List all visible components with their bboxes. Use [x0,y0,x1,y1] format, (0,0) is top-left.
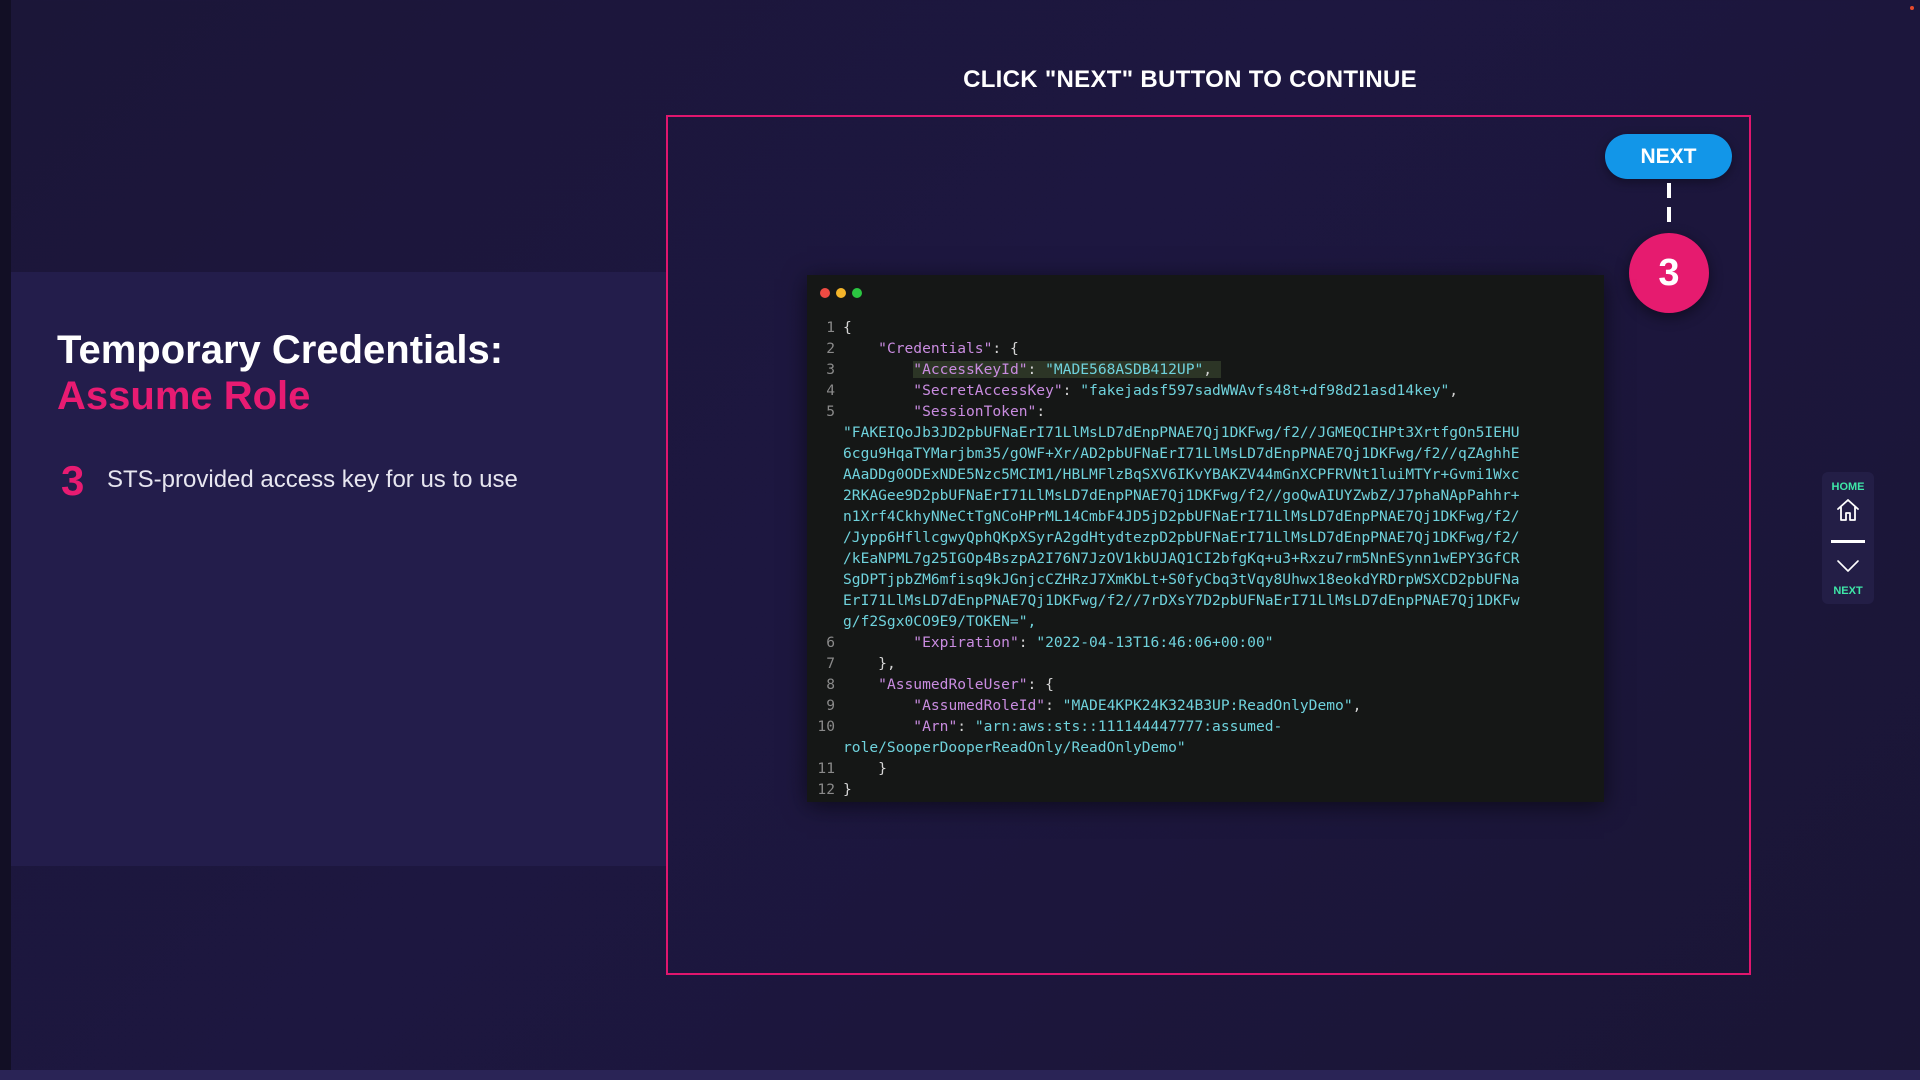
bottom-edge-strip [0,1070,1920,1080]
line-number: 11 [817,760,835,777]
code-punct: }, [878,655,896,672]
code-punct: { [843,319,852,336]
line-number: 8 [826,676,835,693]
line-number: 1 [826,319,835,336]
session-token-line: "FAKEIQoJb3JD2pbUFNaErI71LlMsLD7dEnpPNAE… [843,424,1520,441]
nav-divider [1831,540,1865,543]
connector-dash [1667,183,1671,198]
code-line: 9 "AssumedRoleId": "MADE4KPK24K324B3UP:R… [815,695,1597,716]
lesson-subtitle: Assume Role [57,374,311,418]
next-label[interactable]: NEXT [1822,585,1874,597]
json-string: "fakejadsf597sadWWAvfs48t+df98d21asd14ke… [1080,382,1450,399]
session-token-line: /Jypp6HfllcgwyQphQKpXSyrA2gdHtydtezpD2pb… [843,529,1520,546]
session-token-line: 6cgu9HqaTYMarjbm35/gOWF+Xr/AD2pbUFNaErI7… [843,445,1520,462]
step-description: STS-provided access key for us to use [107,466,518,493]
code-line: 2 "Credentials": { [815,338,1597,359]
json-key: "AssumedRoleId" [913,697,1046,714]
code-line: 8 "AssumedRoleUser": { [815,674,1597,695]
json-key: "Expiration" [913,634,1019,651]
step-number: 3 [61,457,85,504]
left-edge-strip [0,0,11,1080]
connector-dash [1667,207,1671,222]
instruction-banner: CLICK "NEXT" BUTTON TO CONTINUE [0,66,1920,94]
line-number: 5 [826,403,835,420]
access-key-id-value: "MADE568ASDB412UP" [1045,361,1204,378]
session-token-line: AAaDDg0ODExNDE5Nzc5MCIM1/HBLMFlzBqSXV6IK… [843,466,1520,483]
json-string: "arn:aws:sts::111144447777:assumed- [974,718,1283,735]
code-window: 1{2 "Credentials": {3 "AccessKeyId": "MA… [807,275,1604,802]
session-token-line: 2RKAGee9D2pbUFNaErI71LlMsLD7dEnpPNAE7Qj1… [843,487,1520,504]
line-number: 2 [826,340,835,357]
code-line: 4 "SecretAccessKey": "fakejadsf597sadWWA… [815,380,1597,401]
step-badge: 3 [1629,233,1709,313]
session-token-line: g/f2Sgx0CO9E9/TOKEN=", [843,613,1037,630]
code-punct: } [878,760,887,777]
json-key: "Arn" [913,718,958,735]
chevron-down-icon[interactable] [1836,558,1860,574]
code-line: 1{ [815,317,1597,338]
json-key: "AssumedRoleUser" [878,676,1028,693]
code-block: 1{2 "Credentials": {3 "AccessKeyId": "MA… [815,317,1597,800]
code-line: 6 "Expiration": "2022-04-13T16:46:06+00:… [815,632,1597,653]
side-nav: HOME NEXT [1822,472,1874,604]
session-token-line: n1Xrf4CkhyNNeCtTgNCoHPrML14CmbF4JD5jD2pb… [843,508,1520,525]
lesson-title: Temporary Credentials: [57,328,504,372]
json-key: "SessionToken" [913,403,1037,420]
json-string: "2022-04-13T16:46:06+00:00" [1036,634,1274,651]
session-token-line: /kEaNPML7g25IGOp4BszpA2I76N7JzOV1kbUJAQ1… [843,550,1520,567]
line-number: 10 [817,718,835,735]
home-label[interactable]: HOME [1822,481,1874,493]
code-line: 3 "AccessKeyId": "MADE568ASDB412UP", [815,359,1597,380]
maximize-dot-icon[interactable] [852,288,862,298]
line-number: 6 [826,634,835,651]
instruction-text: CLICK "NEXT" BUTTON TO CONTINUE [963,66,1417,93]
json-string: "MADE4KPK24K324B3UP:ReadOnlyDemo" [1062,697,1353,714]
highlighted-access-key: "AccessKeyId": "MADE568ASDB412UP", [913,361,1221,378]
code-line: 11 } [815,758,1597,779]
code-line: 12} [815,779,1597,800]
json-key: "SecretAccessKey" [913,382,1063,399]
line-number: 9 [826,697,835,714]
arn-continuation: role/SooperDooperReadOnly/ReadOnlyDemo" [843,739,1186,756]
window-controls [820,285,868,303]
code-punct: } [843,781,852,798]
corner-indicator [1910,6,1914,10]
line-number: 3 [826,361,835,378]
line-number: 12 [817,781,835,798]
session-token-line: SgDPTjpbZM6mfisq9kJGnjcCZHRzJ7XmKbLt+S0f… [843,571,1520,588]
close-dot-icon[interactable] [820,288,830,298]
home-icon[interactable] [1835,497,1861,523]
line-number: 7 [826,655,835,672]
minimize-dot-icon[interactable] [836,288,846,298]
json-key: "AccessKeyId" [913,361,1028,378]
lesson-panel: Temporary Credentials: Assume Role 3 STS… [11,272,667,866]
next-button[interactable]: NEXT [1605,134,1732,179]
session-token-line: ErI71LlMsLD7dEnpPNAE7Qj1DKFwg/f2//7rDXsY… [843,592,1520,609]
line-number: 4 [826,382,835,399]
code-line: 10 "Arn": "arn:aws:sts::111144447777:ass… [815,716,1597,737]
code-line: 5 "SessionToken": [815,401,1597,422]
json-key: "Credentials" [878,340,993,357]
code-line: 7 }, [815,653,1597,674]
